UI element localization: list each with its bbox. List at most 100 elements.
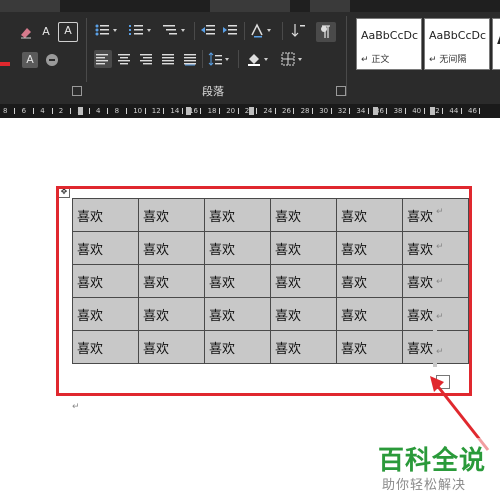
shading-button[interactable] [246,51,272,67]
ruler-tick [163,108,165,114]
increase-indent-icon [223,25,237,35]
ruler-tick [51,108,53,114]
align-right-button[interactable] [138,51,154,67]
bullet-list-icon [95,24,117,36]
justify-button[interactable] [160,51,176,67]
ribbon-tab-segment [210,0,290,12]
font-color-red-button[interactable] [0,52,12,68]
ruler-tick [479,108,481,114]
ruler-label: 30 [319,107,329,115]
style-sample: AaBbCcDc [361,29,419,42]
ribbon-separator [282,22,283,40]
paragraph-dialog-launcher[interactable] [336,86,346,96]
ruler-label: 46 [468,107,477,115]
ruler-label: 28 [300,107,310,115]
decrease-indent-icon [201,25,215,35]
ribbon-separator [238,50,239,68]
clear-format-button[interactable] [18,24,34,40]
enclosed-character-icon [46,54,58,66]
line-spacing-icon [208,52,229,66]
style-name: ↵ 正文 [361,55,390,65]
enclose-char-button[interactable] [44,52,60,68]
ribbon-separator [346,16,347,96]
align-left-icon [96,54,108,65]
ruler-label: 32 [337,107,347,115]
decrease-indent-button[interactable] [200,22,216,38]
distributed-button[interactable] [182,51,198,67]
ruler-label: 20 [226,107,236,115]
text-effects-button[interactable]: A [58,22,78,42]
asian-layout-icon [251,23,271,38]
eraser-icon [21,28,31,39]
line-spacing-button[interactable] [208,51,232,67]
ruler-tick [237,108,239,114]
ruler-tick [70,108,72,114]
ruler-tick [367,108,369,114]
char-shading-letter: A [26,53,34,66]
borders-button[interactable] [280,51,306,67]
sort-button[interactable] [290,22,306,38]
numbering-button[interactable] [128,22,154,38]
multilevel-list-icon [163,25,185,35]
ruler-tick [181,108,183,114]
ruler-tick [423,108,425,114]
ruler-column-marker[interactable] [373,107,378,115]
sort-icon [291,24,305,37]
ruler-tick [144,108,146,114]
ruler-tick [218,108,220,114]
watermark-subtitle: 助你轻松解决 [382,478,467,493]
multilevel-list-button[interactable] [162,22,188,38]
ruler-label: 34 [356,107,366,115]
paint-bucket-icon [248,54,268,66]
pilcrow-icon [321,25,330,38]
document-page-top [0,118,500,134]
paragraph-mark: ↵ [72,402,80,412]
borders-icon [281,52,302,66]
ruler-label: 14 [170,107,180,115]
ruler-label: 10 [133,107,143,115]
style-heading[interactable]: A [492,18,500,70]
font-letter-a: A [42,25,50,38]
ribbon-tab-segment [0,0,60,12]
ruler-label: 12 [151,107,161,115]
distributed-icon [184,54,196,66]
style-name: ↵ 无间隔 [429,55,467,65]
ruler-label: 4 [40,107,45,115]
ruler-column-marker[interactable] [78,107,83,115]
ruler-tick [311,108,313,114]
ribbon-top-strip [0,0,500,12]
text-effects-letter: A [64,24,72,37]
ruler-label: 38 [393,107,403,115]
font-dialog-launcher[interactable] [72,86,82,96]
horizontal-ruler[interactable]: 8642248101214161820222426283032343638404… [0,104,500,118]
bullets-button[interactable] [94,22,120,38]
style-normal[interactable]: AaBbCcDc ↵ 正文 [356,18,422,70]
ribbon-separator [86,18,87,82]
ruler-column-marker[interactable] [430,107,435,115]
font-color-letter-button[interactable]: A [38,24,54,40]
paragraph-group-label: 段落 [202,85,224,98]
align-left-button[interactable] [94,50,112,68]
ribbon-separator [202,50,203,68]
align-center-icon [118,54,130,65]
ruler-tick [386,108,388,114]
styles-gallery: AaBbCcDc ↵ 正文 AaBbCcDc ↵ 无间隔 A [356,18,500,70]
increase-indent-button[interactable] [222,22,238,38]
ruler-column-marker[interactable] [249,107,254,115]
asian-layout-button[interactable] [250,22,276,38]
align-center-button[interactable] [116,51,132,67]
ruler-label: 18 [207,107,217,115]
ruler-label: 40 [412,107,422,115]
ruler-tick [107,108,109,114]
justify-icon [162,54,174,65]
ruler-label: 24 [263,107,273,115]
show-hide-marks-button[interactable] [316,22,336,42]
char-shading-button[interactable]: A [22,52,38,68]
ruler-column-marker[interactable] [186,107,191,115]
style-no-spacing[interactable]: AaBbCcDc ↵ 无间隔 [424,18,490,70]
ruler-label: 8 [3,107,8,115]
ruler-tick [125,108,127,114]
ruler-label: 6 [21,107,27,115]
ruler-tick [256,108,258,114]
ribbon-tab-segment [310,0,350,12]
